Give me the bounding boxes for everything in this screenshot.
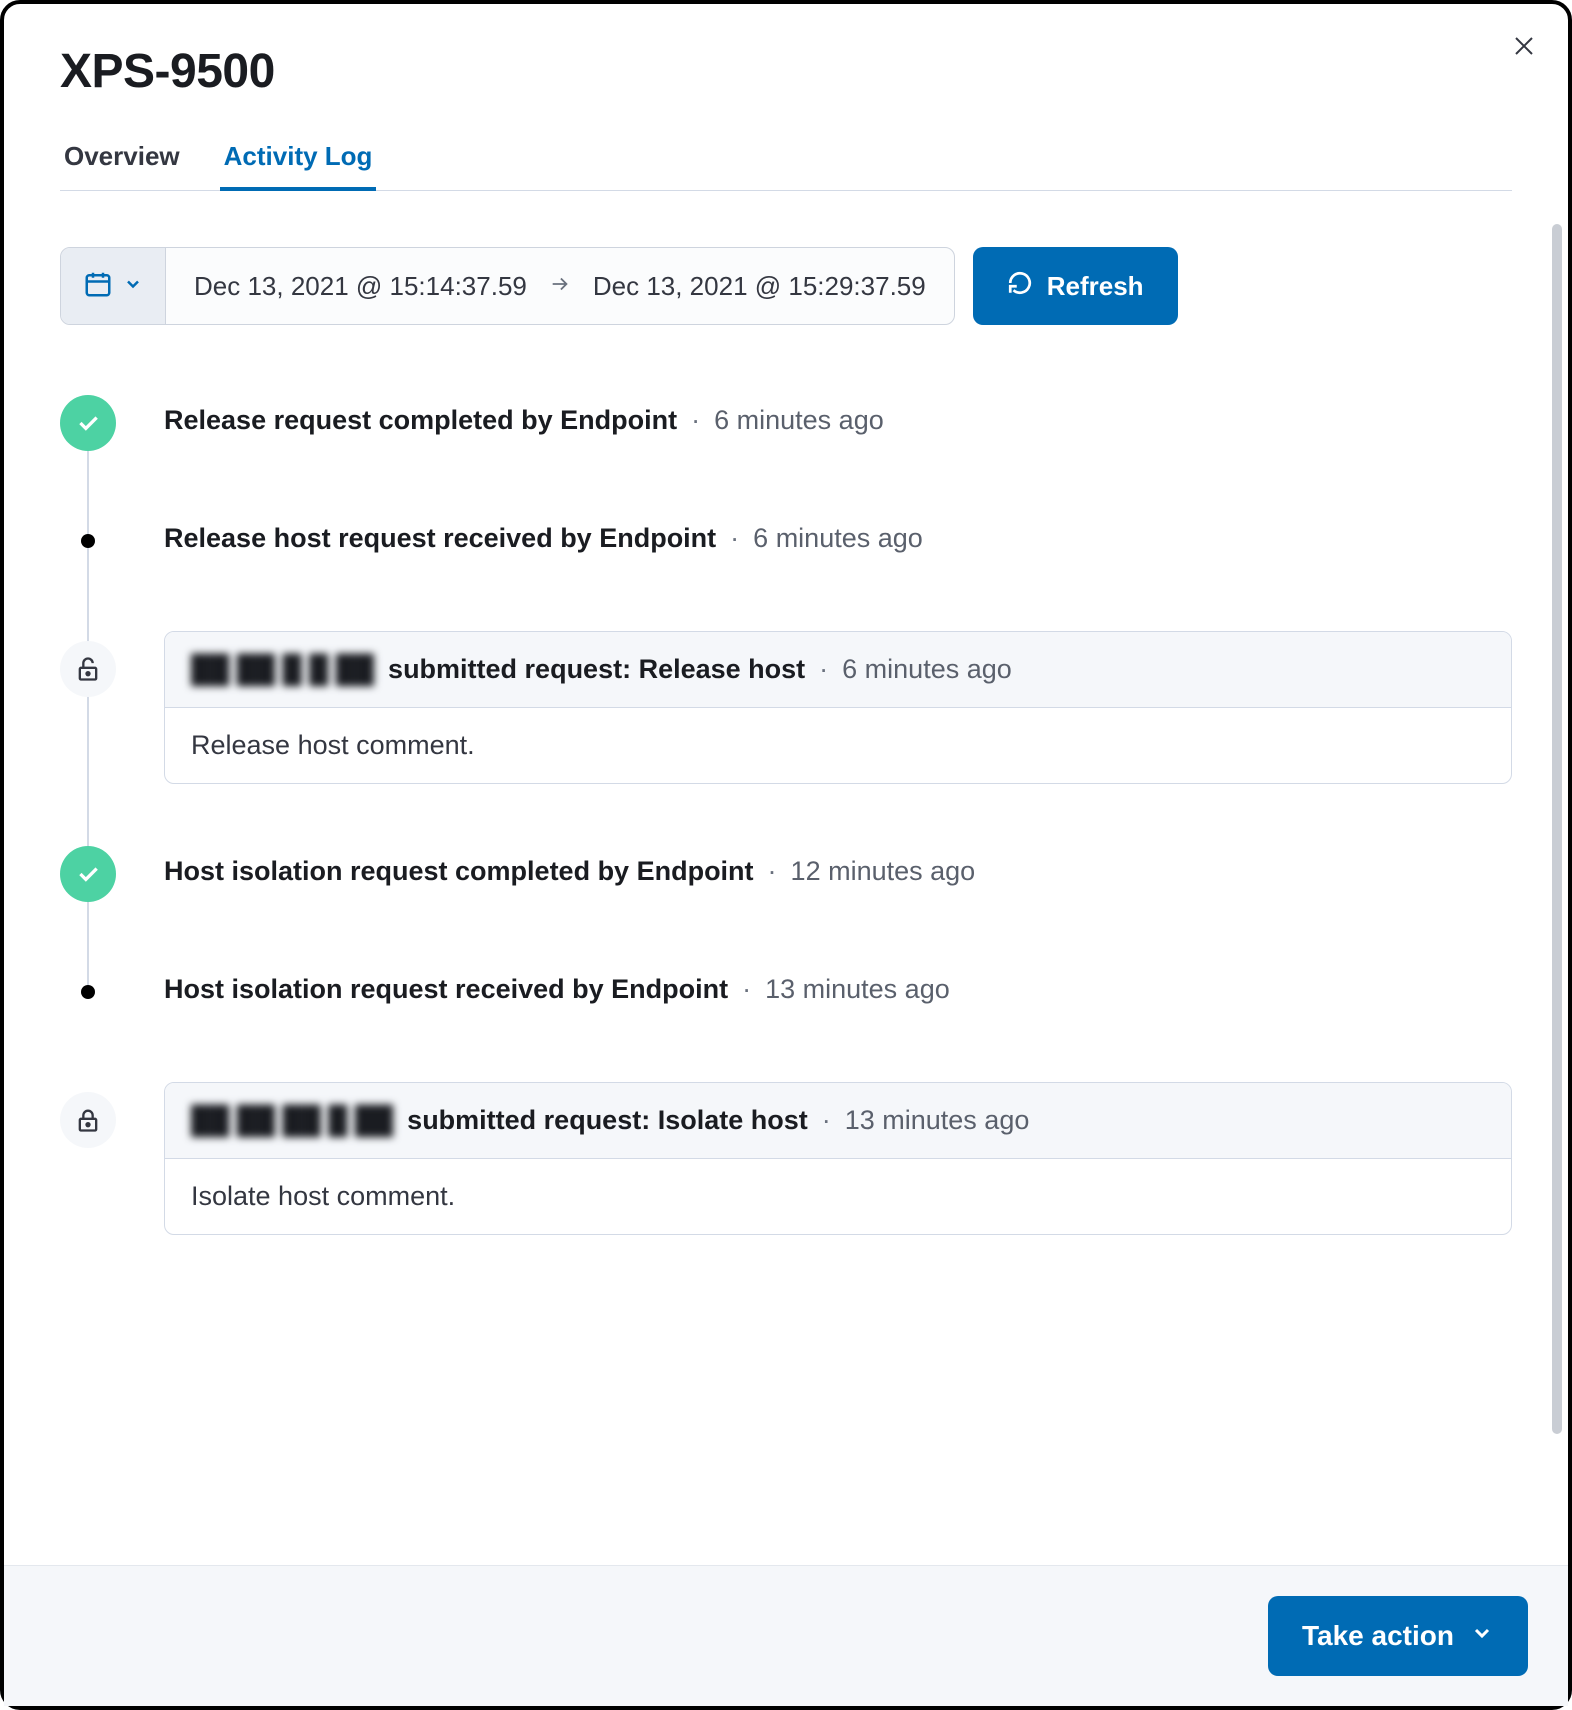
event-time: 6 minutes ago <box>842 654 1012 685</box>
unlock-icon <box>60 641 116 697</box>
panel-body: Dec 13, 2021 @ 15:14:37.59 Dec 13, 2021 … <box>4 191 1568 1565</box>
event-user: ██ ██ █ █ ██ <box>191 654 374 685</box>
separator: · <box>742 974 751 1005</box>
refresh-button[interactable]: Refresh <box>973 247 1178 325</box>
date-picker[interactable]: Dec 13, 2021 @ 15:14:37.59 Dec 13, 2021 … <box>60 247 955 325</box>
event-title: Host isolation request received by Endpo… <box>164 974 728 1005</box>
check-icon <box>60 395 116 451</box>
event-time: 13 minutes ago <box>765 974 950 1005</box>
page-title: XPS-9500 <box>60 44 1512 99</box>
separator: · <box>691 405 700 436</box>
arrow-right-icon <box>549 271 571 302</box>
event-time: 13 minutes ago <box>845 1105 1030 1136</box>
event-action: submitted request: Isolate host <box>407 1105 808 1136</box>
event-content: Release request completed by Endpoint · … <box>164 395 1512 436</box>
event-action: submitted request: Release host <box>388 654 805 685</box>
event-content: Host isolation request received by Endpo… <box>164 964 1512 1005</box>
event-content: Release host request received by Endpoin… <box>164 513 1512 554</box>
flyout-panel: XPS-9500 Overview Activity Log Dec 13, 2… <box>4 4 1568 1706</box>
event-time: 6 minutes ago <box>753 523 923 554</box>
tabs: Overview Activity Log <box>60 141 1512 191</box>
dot-icon <box>60 513 116 569</box>
lock-icon <box>60 1092 116 1148</box>
chevron-down-icon <box>123 274 143 299</box>
event-title: Host isolation request completed by Endp… <box>164 856 754 887</box>
event-time: 6 minutes ago <box>714 405 884 436</box>
tab-activity-log[interactable]: Activity Log <box>220 141 377 190</box>
refresh-icon <box>1007 270 1033 303</box>
event-title: Release request completed by Endpoint <box>164 405 677 436</box>
chevron-down-icon <box>1470 1620 1494 1652</box>
event-comment: Isolate host comment. <box>165 1159 1511 1234</box>
event-card: ██ ██ ██ █ ██ submitted request: Isolate… <box>164 1082 1512 1235</box>
timeline-event: Release request completed by Endpoint · … <box>60 395 1512 451</box>
event-card-header: ██ ██ ██ █ ██ submitted request: Isolate… <box>165 1083 1511 1159</box>
date-picker-toggle[interactable] <box>61 248 166 324</box>
event-user: ██ ██ ██ █ ██ <box>191 1105 393 1136</box>
panel-header: XPS-9500 Overview Activity Log <box>4 4 1568 191</box>
event-card-header: ██ ██ █ █ ██ submitted request: Release … <box>165 632 1511 708</box>
take-action-label: Take action <box>1302 1620 1454 1652</box>
event-time: 12 minutes ago <box>791 856 976 887</box>
timeline-event: ██ ██ █ █ ██ submitted request: Release … <box>60 631 1512 784</box>
timeline-event: ██ ██ ██ █ ██ submitted request: Isolate… <box>60 1082 1512 1235</box>
calendar-icon <box>83 269 113 304</box>
date-to: Dec 13, 2021 @ 15:29:37.59 <box>593 271 926 302</box>
separator: · <box>730 523 739 554</box>
check-icon <box>60 846 116 902</box>
close-button[interactable] <box>1508 32 1540 64</box>
separator: · <box>819 654 828 685</box>
take-action-button[interactable]: Take action <box>1268 1596 1528 1676</box>
date-range-display[interactable]: Dec 13, 2021 @ 15:14:37.59 Dec 13, 2021 … <box>166 271 954 302</box>
controls-row: Dec 13, 2021 @ 15:14:37.59 Dec 13, 2021 … <box>60 247 1512 325</box>
dot-icon <box>60 964 116 1020</box>
separator: · <box>822 1105 831 1136</box>
event-comment: Release host comment. <box>165 708 1511 783</box>
timeline-event: Host isolation request received by Endpo… <box>60 964 1512 1020</box>
tab-overview[interactable]: Overview <box>60 141 184 190</box>
close-icon <box>1512 34 1536 63</box>
separator: · <box>768 856 777 887</box>
timeline-event: Host isolation request completed by Endp… <box>60 846 1512 902</box>
date-from: Dec 13, 2021 @ 15:14:37.59 <box>194 271 527 302</box>
timeline-event: Release host request received by Endpoin… <box>60 513 1512 569</box>
activity-timeline: Release request completed by Endpoint · … <box>60 395 1512 1235</box>
event-title: Release host request received by Endpoin… <box>164 523 716 554</box>
event-card: ██ ██ █ █ ██ submitted request: Release … <box>164 631 1512 784</box>
event-content: Host isolation request completed by Endp… <box>164 846 1512 887</box>
refresh-label: Refresh <box>1047 271 1144 302</box>
panel-footer: Take action <box>4 1565 1568 1706</box>
